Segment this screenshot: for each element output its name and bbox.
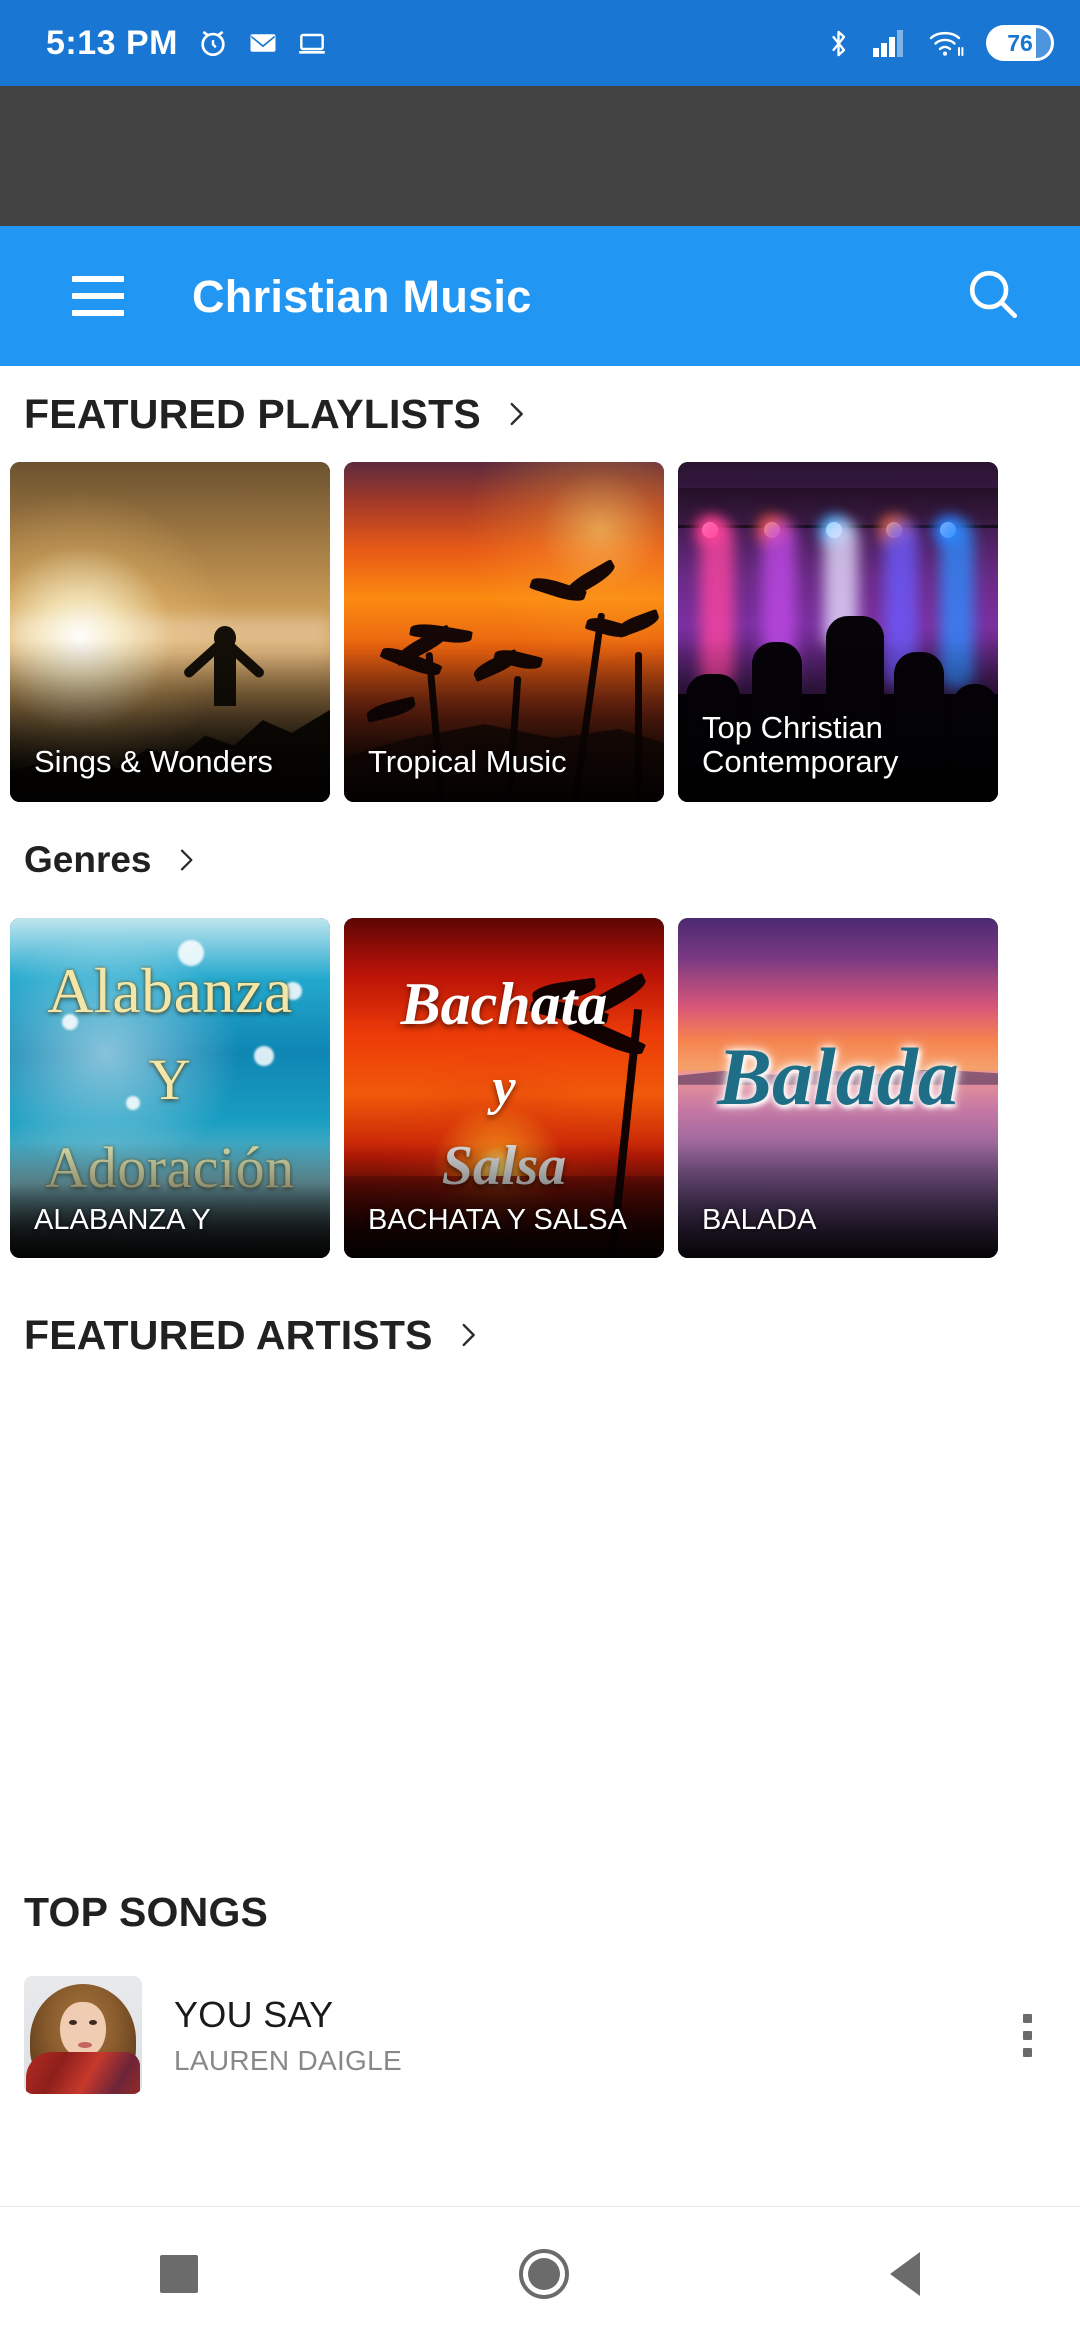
overflow-menu-icon[interactable] bbox=[1009, 2000, 1046, 2071]
artwork-text-line2: Y bbox=[148, 1047, 192, 1112]
android-nav-bar bbox=[0, 2206, 1080, 2340]
playlist-card[interactable]: Sings & Wonders bbox=[10, 462, 330, 802]
featured-artists-empty-area bbox=[0, 1394, 1080, 1864]
battery-level-text: 76 bbox=[1007, 29, 1033, 56]
back-triangle-icon[interactable] bbox=[889, 2251, 920, 2296]
playlist-card-label: Sings & Wonders bbox=[34, 744, 273, 780]
playlist-card[interactable]: Tropical Music bbox=[344, 462, 664, 802]
gmail-icon bbox=[248, 28, 278, 58]
genres-header[interactable]: Genres bbox=[0, 802, 1080, 918]
genre-card-label: BALADA bbox=[702, 1203, 817, 1236]
artwork-text-line2: y bbox=[492, 1059, 516, 1116]
featured-artists-header[interactable]: FEATURED ARTISTS bbox=[0, 1276, 1080, 1394]
app-bar: Christian Music bbox=[0, 226, 1080, 366]
recents-square-icon[interactable] bbox=[160, 2254, 199, 2293]
genre-card[interactable]: Alabanza Y Adoración ALABANZA Y bbox=[10, 918, 330, 1258]
status-bar: 5:13 PM 76 bbox=[0, 0, 1080, 86]
artwork-text-line1: Alabanza bbox=[47, 955, 293, 1026]
status-bar-clock: 5:13 PM bbox=[46, 24, 178, 62]
playlist-card[interactable]: Top Christian Contemporary bbox=[678, 462, 998, 802]
card-gradient-overlay bbox=[10, 1142, 330, 1258]
chevron-right-icon[interactable] bbox=[499, 397, 533, 431]
page-title: Christian Music bbox=[192, 270, 532, 322]
phone-screen: 5:13 PM 76 Christian Music FEATURED PLAY… bbox=[0, 0, 1080, 2340]
featured-playlists-header[interactable]: FEATURED PLAYLISTS bbox=[0, 366, 1080, 462]
wifi-icon bbox=[928, 28, 966, 59]
top-songs-title: TOP SONGS bbox=[24, 1888, 269, 1935]
home-circle-icon[interactable] bbox=[518, 2248, 569, 2299]
genres-row: Alabanza Y Adoración ALABANZA Y Bachata … bbox=[0, 918, 1080, 1258]
playlist-card-label: Tropical Music bbox=[368, 744, 567, 780]
featured-artists-title: FEATURED ARTISTS bbox=[24, 1311, 433, 1358]
card-gradient-overlay bbox=[678, 1142, 998, 1258]
signal-icon bbox=[872, 28, 908, 58]
status-bar-right: 76 bbox=[825, 25, 1054, 61]
main-content: FEATURED PLAYLISTS Sings & Wonders Tropi… bbox=[0, 366, 1080, 2206]
status-bar-left: 5:13 PM bbox=[46, 26, 328, 60]
search-icon[interactable] bbox=[964, 265, 1022, 328]
song-title: YOU SAY bbox=[174, 1994, 334, 2036]
song-artist: LAUREN DAIGLE bbox=[174, 2044, 402, 2076]
genre-card-label: ALABANZA Y bbox=[34, 1203, 211, 1236]
battery-indicator: 76 bbox=[986, 25, 1054, 61]
list-item[interactable]: YOU SAY LAUREN DAIGLE bbox=[0, 1960, 1080, 2110]
featured-playlists-title: FEATURED PLAYLISTS bbox=[24, 390, 481, 437]
genre-card[interactable]: Balada BALADA bbox=[678, 918, 998, 1258]
artwork-text-line1: Balada bbox=[717, 1031, 959, 1122]
genres-title: Genres bbox=[24, 839, 152, 880]
artwork-text-line1: Bachata bbox=[400, 971, 608, 1037]
genre-card-label: BACHATA Y SALSA bbox=[368, 1203, 627, 1236]
ad-banner-placeholder[interactable] bbox=[0, 86, 1080, 226]
featured-playlists-row: Sings & Wonders Tropical Music Top Chris… bbox=[0, 462, 1080, 802]
alarm-icon bbox=[196, 26, 230, 60]
top-songs-header: TOP SONGS bbox=[0, 1864, 1080, 1960]
hamburger-menu-icon[interactable] bbox=[72, 276, 124, 316]
song-thumbnail bbox=[24, 1976, 142, 2094]
playlist-card-label: Top Christian Contemporary bbox=[702, 709, 899, 780]
card-gradient-overlay bbox=[344, 1142, 664, 1258]
cast-screen-icon bbox=[296, 27, 328, 59]
bluetooth-icon bbox=[825, 28, 852, 59]
chevron-right-icon[interactable] bbox=[170, 844, 202, 876]
song-meta: YOU SAY LAUREN DAIGLE bbox=[174, 1993, 402, 2076]
chevron-right-icon[interactable] bbox=[451, 1318, 485, 1352]
genre-card[interactable]: Bachata y Salsa BACHATA Y SALSA bbox=[344, 918, 664, 1258]
